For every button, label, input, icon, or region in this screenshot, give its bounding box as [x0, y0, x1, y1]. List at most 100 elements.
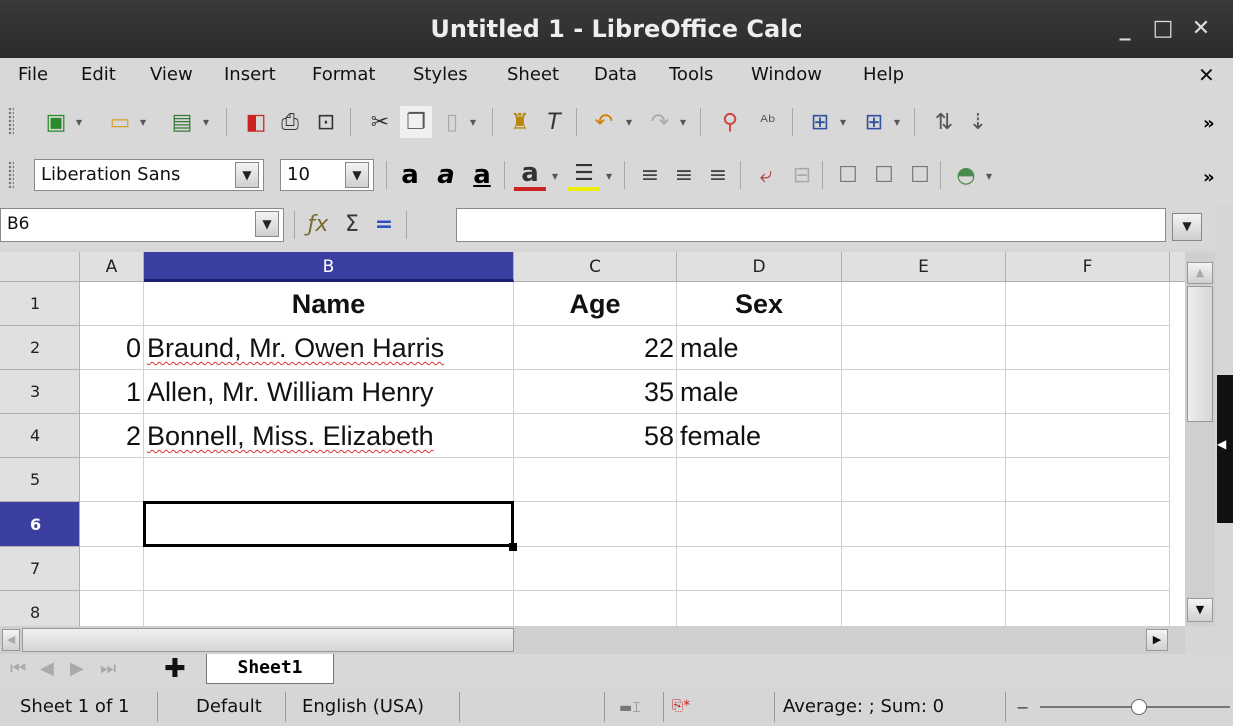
chevron-left-icon[interactable]: ◀: [1217, 437, 1226, 451]
print-preview-icon[interactable]: ⊡: [310, 106, 342, 138]
chevron-down-icon[interactable]: ▾: [894, 115, 900, 129]
highlight-color-icon[interactable]: ☰: [568, 159, 600, 191]
formula-icon[interactable]: =: [368, 208, 400, 240]
wrap-text-icon[interactable]: ⤶: [750, 159, 782, 191]
menu-window[interactable]: Window: [751, 58, 822, 92]
merge-cells-icon[interactable]: ⊟: [786, 159, 818, 191]
cell-d3[interactable]: male: [677, 370, 842, 414]
chevron-down-icon[interactable]: ▾: [140, 115, 146, 129]
save-icon[interactable]: ▤: [166, 106, 198, 138]
cell-c1[interactable]: Age: [514, 282, 677, 326]
cell-f4[interactable]: [1006, 414, 1170, 458]
expand-formula-button[interactable]: ▼: [1172, 213, 1202, 241]
cell-b4[interactable]: Bonnell, Miss. Elizabeth: [144, 414, 514, 458]
cell-d2[interactable]: male: [677, 326, 842, 370]
find-replace-icon[interactable]: ⚲: [714, 106, 746, 138]
minimize-button[interactable]: _: [1110, 14, 1140, 44]
cell-d1[interactable]: Sex: [677, 282, 842, 326]
cell-f8[interactable]: [1006, 591, 1170, 626]
cell-f1[interactable]: [1006, 282, 1170, 326]
horizontal-scrollbar[interactable]: ◀ ▶: [0, 626, 1185, 654]
cell-c7[interactable]: [514, 547, 677, 591]
menu-file[interactable]: File: [18, 58, 48, 92]
undo-icon[interactable]: ↶: [588, 106, 620, 138]
cell-a5[interactable]: [80, 458, 144, 502]
maximize-button[interactable]: □: [1148, 14, 1178, 44]
add-sheet-icon[interactable]: ✚: [164, 654, 186, 684]
cell-d8[interactable]: [677, 591, 842, 626]
chevron-down-icon[interactable]: ▾: [470, 115, 476, 129]
chevron-down-icon[interactable]: ▾: [203, 115, 209, 129]
cell-a1[interactable]: [80, 282, 144, 326]
cell-a8[interactable]: [80, 591, 144, 626]
insert-mode-indicator[interactable]: ▬⌶: [604, 692, 664, 722]
column-icon[interactable]: ⊞: [858, 106, 890, 138]
scroll-right-button[interactable]: ▶: [1146, 629, 1168, 651]
toolbar-grip[interactable]: [8, 161, 14, 189]
cell-b8[interactable]: [144, 591, 514, 626]
chevron-down-icon[interactable]: ▾: [840, 115, 846, 129]
chevron-down-icon[interactable]: ▼: [235, 162, 259, 188]
column-header-e[interactable]: E: [842, 252, 1006, 282]
bold-icon[interactable]: a: [394, 159, 426, 191]
cell-f2[interactable]: [1006, 326, 1170, 370]
select-all-corner[interactable]: [0, 252, 80, 282]
cell-b5[interactable]: [144, 458, 514, 502]
last-sheet-icon[interactable]: ⏭: [100, 658, 116, 679]
previous-sheet-icon[interactable]: ◀: [40, 658, 54, 679]
menu-styles[interactable]: Styles: [413, 58, 468, 92]
font-size-box[interactable]: 10 ▼: [280, 159, 374, 191]
align-left-icon[interactable]: ≡: [634, 159, 666, 191]
menu-view[interactable]: View: [150, 58, 193, 92]
row-header-2[interactable]: 2: [0, 326, 80, 370]
cell-e2[interactable]: [842, 326, 1006, 370]
cell-c6[interactable]: [514, 502, 677, 547]
next-sheet-icon[interactable]: ▶: [70, 658, 84, 679]
first-sheet-icon[interactable]: ⏮: [10, 658, 26, 679]
align-center-icon[interactable]: ≡: [668, 159, 700, 191]
row-header-5[interactable]: 5: [0, 458, 80, 502]
document-modified-icon[interactable]: ⎘*: [672, 698, 690, 714]
chevron-down-icon[interactable]: ▾: [986, 169, 992, 183]
row-header-8[interactable]: 8: [0, 591, 80, 626]
cell-b7[interactable]: [144, 547, 514, 591]
menu-tools[interactable]: Tools: [669, 58, 713, 92]
spreadsheet-grid[interactable]: A B C D E F 1 2 3 4 5 6 7 8 Name Age Sex…: [0, 252, 1185, 626]
status-sum[interactable]: Average: ; Sum: 0: [774, 692, 1006, 722]
cell-c8[interactable]: [514, 591, 677, 626]
open-folder-icon[interactable]: ▭: [104, 106, 136, 138]
font-color-icon[interactable]: a: [514, 158, 546, 191]
conditional-format-icon[interactable]: ◓: [950, 159, 982, 191]
status-page-style[interactable]: Default: [188, 692, 286, 722]
cell-b2[interactable]: Braund, Mr. Owen Harris: [144, 326, 514, 370]
menu-format[interactable]: Format: [312, 58, 375, 92]
status-sheet[interactable]: Sheet 1 of 1: [12, 692, 158, 722]
cell-d7[interactable]: [677, 547, 842, 591]
cell-e1[interactable]: [842, 282, 1006, 326]
redo-icon[interactable]: ↷: [644, 106, 676, 138]
name-box[interactable]: B6 ▼: [0, 208, 284, 242]
column-header-a[interactable]: A: [80, 252, 144, 282]
cell-f6[interactable]: [1006, 502, 1170, 547]
cut-icon[interactable]: ✂: [364, 106, 396, 138]
paste-icon[interactable]: ▯: [436, 106, 468, 138]
cell-e3[interactable]: [842, 370, 1006, 414]
scrollbar-thumb[interactable]: [1187, 286, 1213, 422]
fill-handle[interactable]: [509, 543, 517, 551]
cell-b3[interactable]: Allen, Mr. William Henry: [144, 370, 514, 414]
font-name-box[interactable]: Liberation Sans ▼: [34, 159, 264, 191]
row-header-7[interactable]: 7: [0, 547, 80, 591]
export-pdf-icon[interactable]: ◧: [240, 106, 272, 138]
copy-icon[interactable]: ❐: [400, 106, 432, 138]
align-middle-icon[interactable]: ☐: [868, 159, 900, 191]
formula-input[interactable]: [456, 208, 1166, 242]
underline-icon[interactable]: a: [466, 159, 498, 191]
cell-d6[interactable]: [677, 502, 842, 547]
row-header-4[interactable]: 4: [0, 414, 80, 458]
close-button[interactable]: ✕: [1186, 14, 1216, 44]
cell-c4[interactable]: 58: [514, 414, 677, 458]
print-icon[interactable]: ⎙: [274, 106, 306, 138]
zoom-slider-thumb[interactable]: [1131, 699, 1147, 715]
column-header-b[interactable]: B: [144, 252, 514, 282]
align-bottom-icon[interactable]: ☐: [904, 159, 936, 191]
